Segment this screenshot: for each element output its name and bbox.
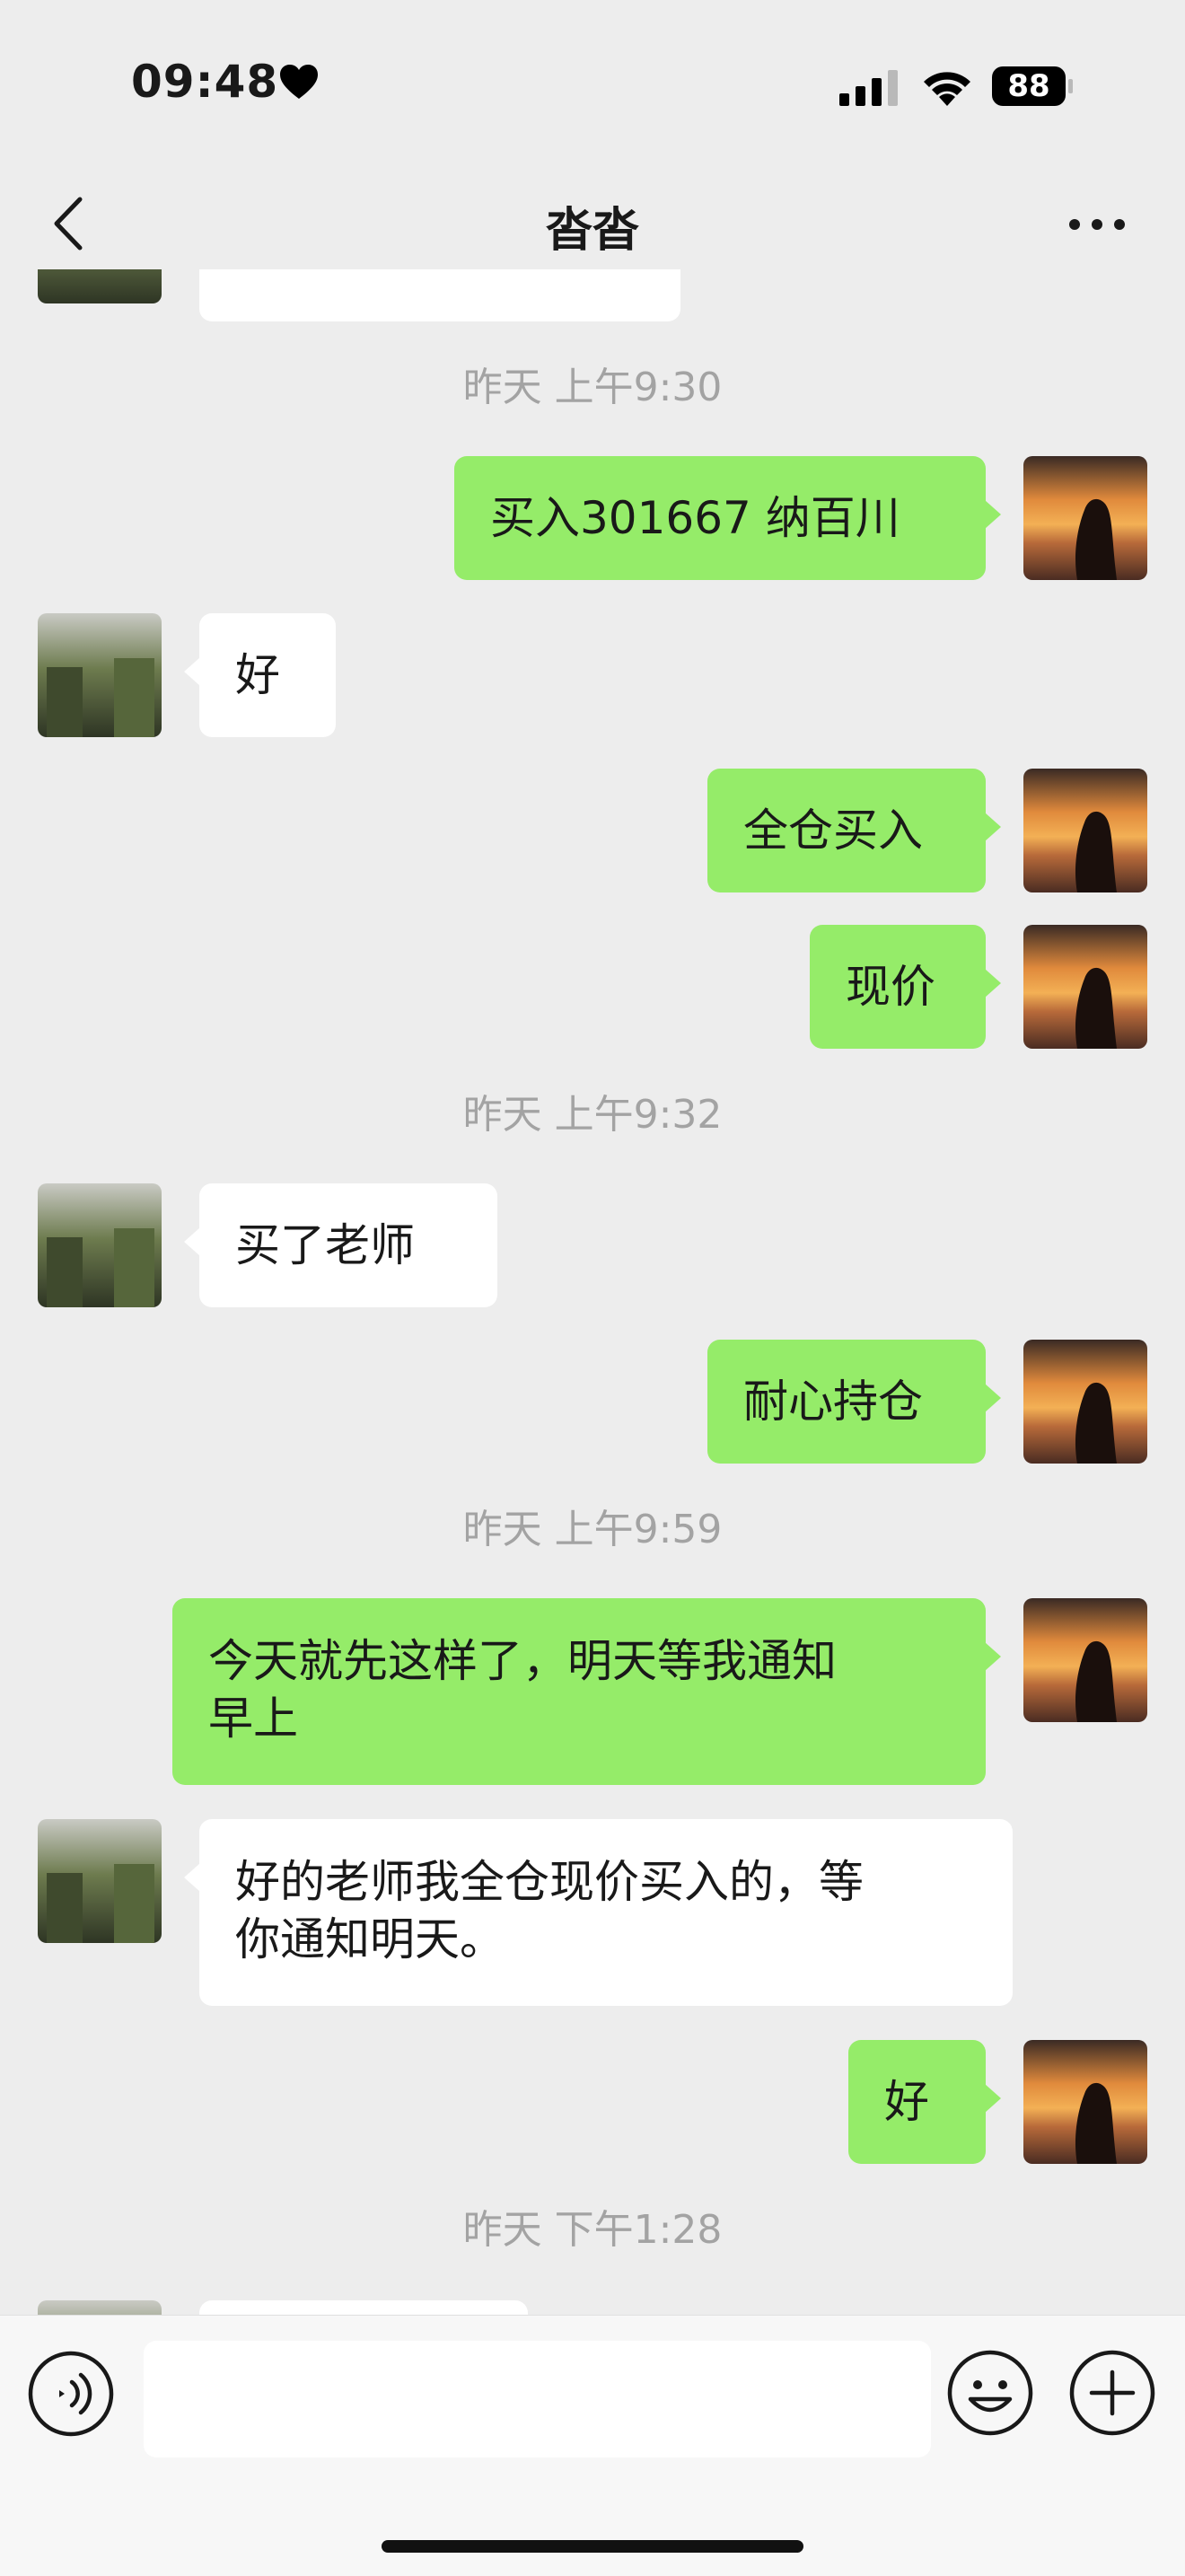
sent-message[interactable]: 耐心持仓 xyxy=(707,1340,1001,1464)
sent-message[interactable]: 买入301667 纳百川 xyxy=(454,456,1001,580)
status-time: 09:48 xyxy=(131,56,279,108)
my-avatar[interactable] xyxy=(1023,769,1147,892)
contact-avatar[interactable] xyxy=(38,1819,162,1943)
message-bubble-partial[interactable] xyxy=(199,269,680,321)
received-message[interactable]: 好的老师我全仓现价买入的，等 你通知明天。 xyxy=(184,1819,1013,2006)
message-bubble-partial[interactable] xyxy=(199,2300,528,2315)
battery-level: 88 xyxy=(1007,68,1050,104)
sent-message[interactable]: 全仓买入 xyxy=(707,769,1001,892)
contact-avatar[interactable] xyxy=(38,613,162,737)
plus-icon[interactable] xyxy=(1068,2349,1156,2437)
my-avatar[interactable] xyxy=(1023,1598,1147,1722)
chat-area[interactable]: 昨天 上午9:30 买入301667 纳百川 好 全仓买入 现价 昨天 上午9:… xyxy=(0,269,1185,2315)
input-bar xyxy=(0,2315,1185,2576)
contact-avatar[interactable] xyxy=(38,1183,162,1307)
timestamp: 昨天 下午1:28 xyxy=(462,2207,723,2253)
timestamp: 昨天 上午9:32 xyxy=(462,1092,723,1138)
wifi-icon xyxy=(924,72,970,106)
heart-icon xyxy=(280,65,318,99)
my-avatar[interactable] xyxy=(1023,1340,1147,1464)
emoji-icon[interactable] xyxy=(946,2349,1034,2437)
my-avatar[interactable] xyxy=(1023,456,1147,580)
contact-avatar[interactable] xyxy=(38,2300,162,2315)
battery-icon: 88 xyxy=(991,65,1074,108)
message-input[interactable] xyxy=(144,2341,931,2457)
status-bar: 09:48 88 xyxy=(0,0,1185,171)
voice-icon[interactable] xyxy=(27,2350,115,2438)
received-message[interactable]: 好 xyxy=(184,613,336,737)
sent-message[interactable]: 今天就先这样了，明天等我通知 早上 xyxy=(172,1598,1001,1785)
sent-message[interactable]: 现价 xyxy=(810,925,1001,1049)
received-message[interactable]: 买了老师 xyxy=(184,1183,497,1307)
contact-avatar[interactable] xyxy=(38,269,162,303)
more-icon[interactable] xyxy=(1068,218,1126,231)
chat-title: 沓沓 xyxy=(545,204,639,258)
home-indicator[interactable] xyxy=(382,2540,803,2553)
timestamp: 昨天 上午9:30 xyxy=(462,365,723,410)
my-avatar[interactable] xyxy=(1023,925,1147,1049)
timestamp: 昨天 上午9:59 xyxy=(462,1507,723,1552)
signal-icon xyxy=(839,70,898,106)
my-avatar[interactable] xyxy=(1023,2040,1147,2164)
sent-message[interactable]: 好 xyxy=(848,2040,1001,2164)
